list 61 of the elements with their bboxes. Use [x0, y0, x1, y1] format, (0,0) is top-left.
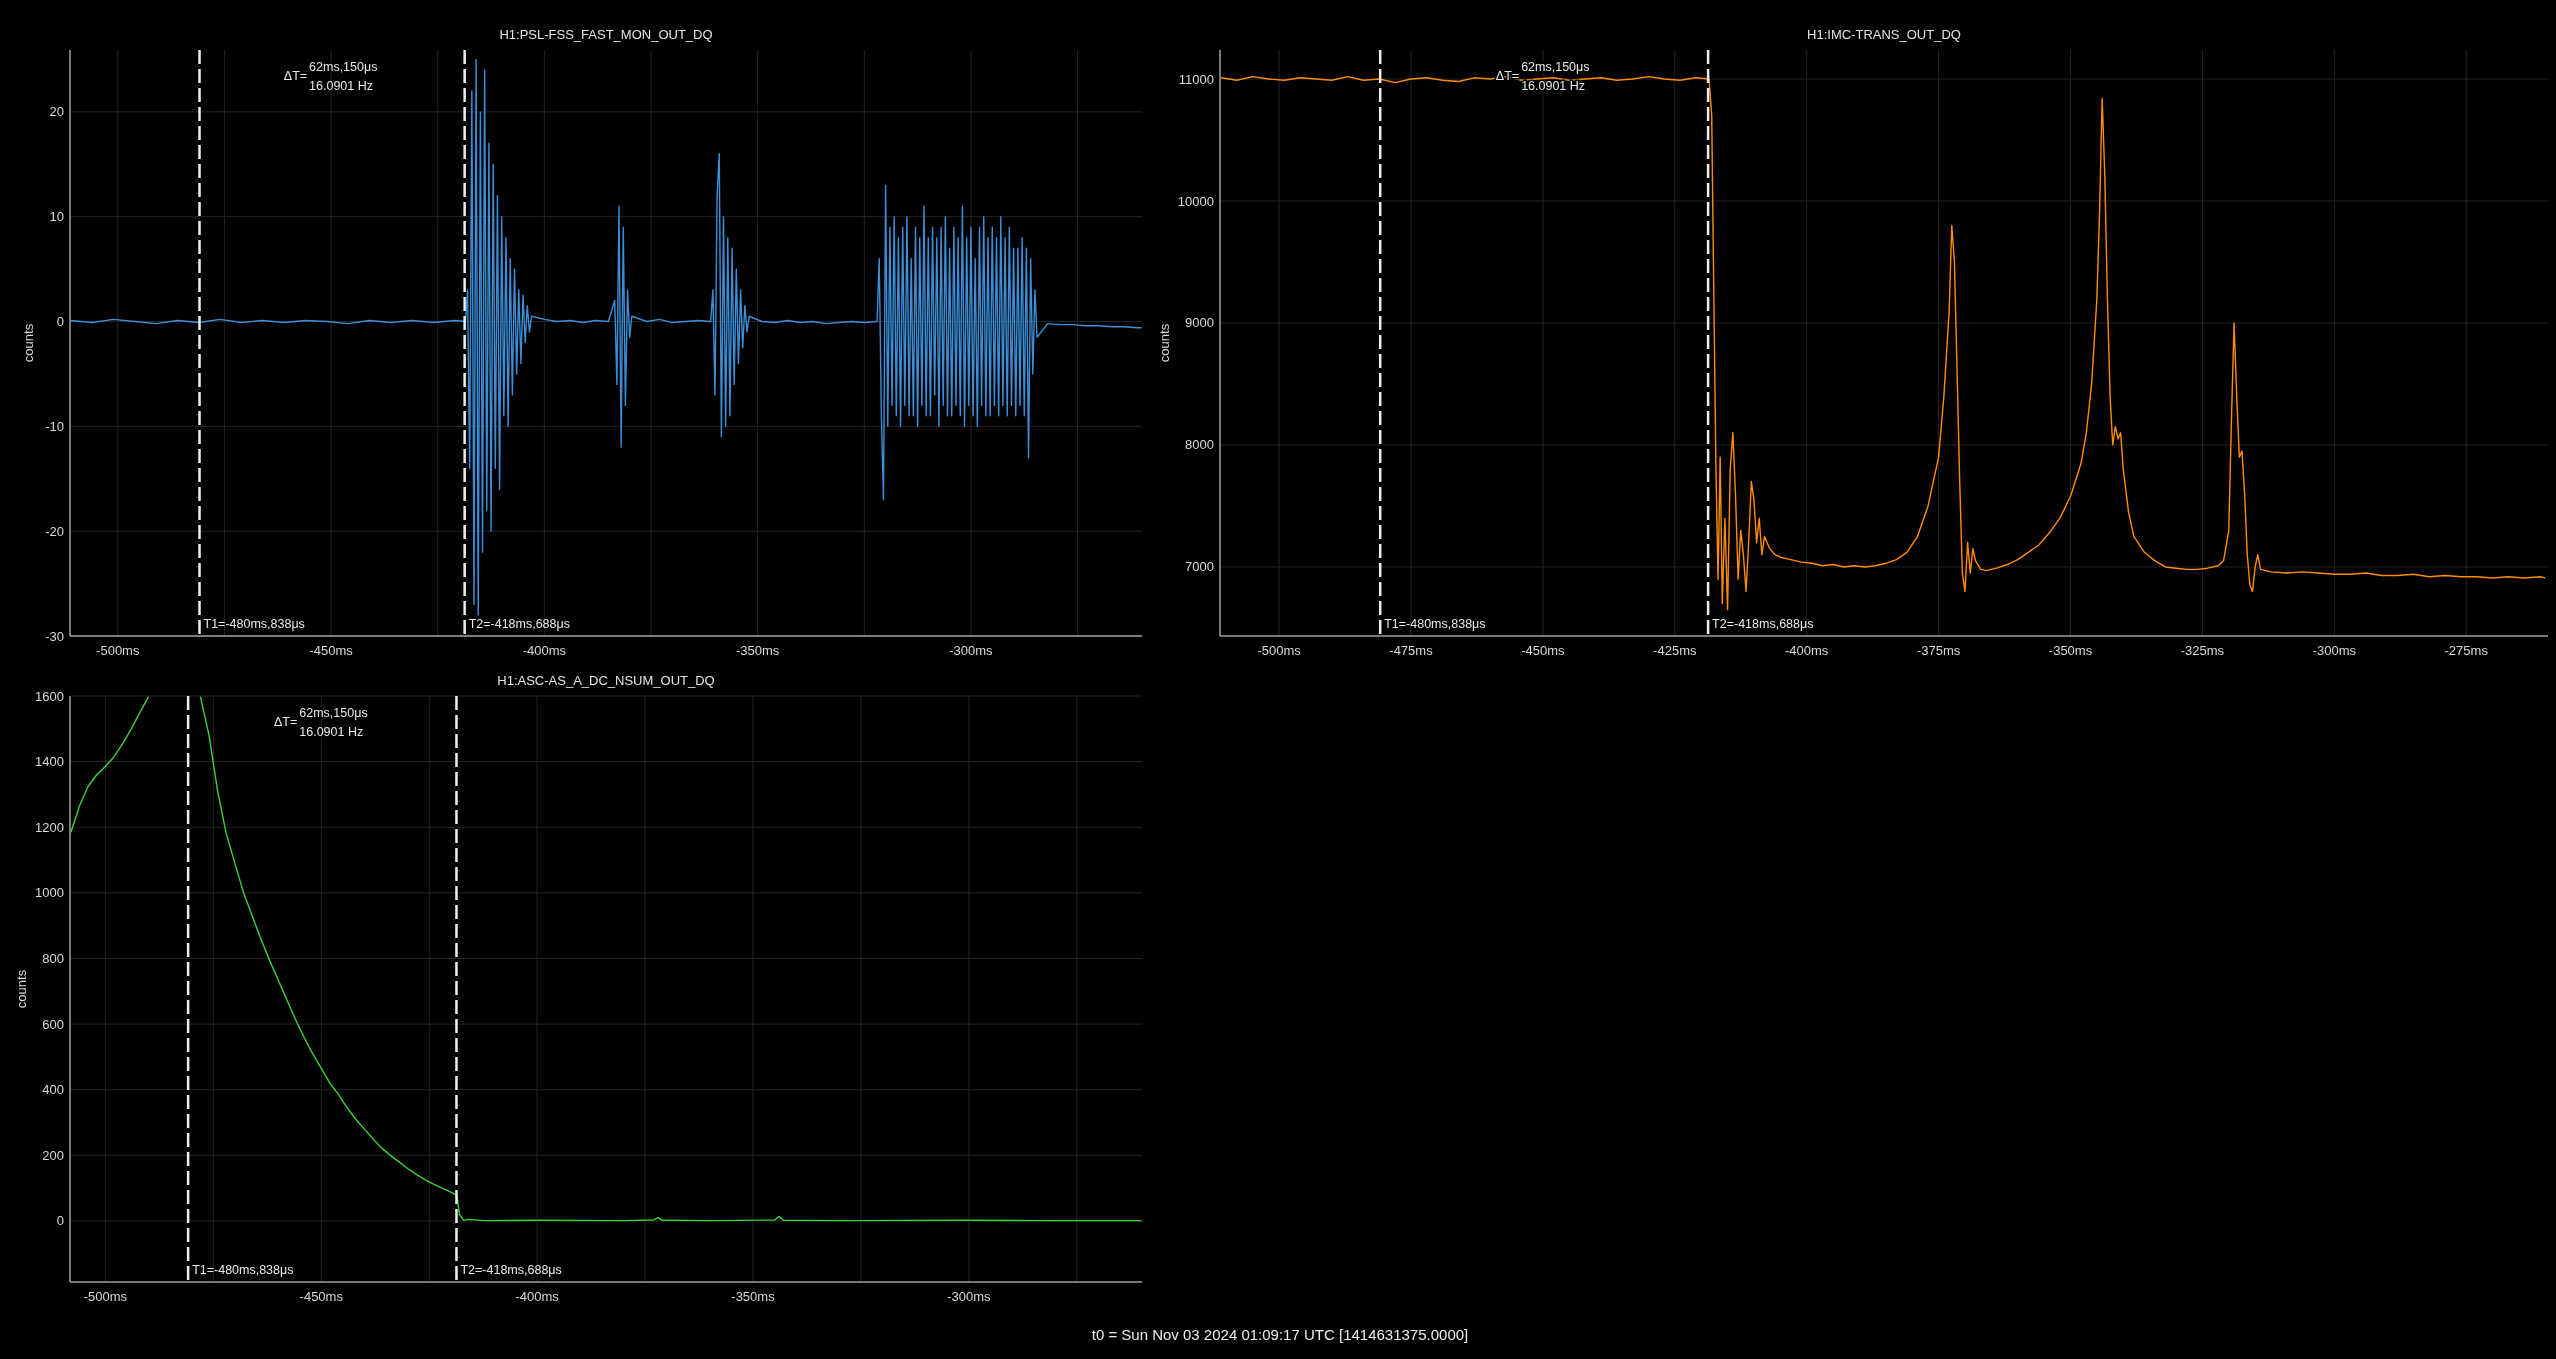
y-tick-label: 200 — [42, 1147, 64, 1163]
y-tick-label: 800 — [42, 951, 64, 966]
x-tick-label: -350ms — [731, 1288, 775, 1304]
x-tick-label: -300ms — [949, 642, 993, 658]
y-tick-label: 600 — [42, 1016, 64, 1032]
y-tick-label: 1400 — [35, 754, 64, 770]
x-tick-label: -500ms — [96, 642, 140, 658]
y-tick-label: 9000 — [1185, 315, 1214, 331]
y-tick-label: 0 — [56, 314, 64, 329]
cursor-label: T2=-418ms,688μs — [468, 617, 570, 631]
y-tick-label: 8000 — [1185, 437, 1214, 453]
delta-time-readout: 62ms,150μs — [1521, 60, 1590, 74]
y-tick-label: -30 — [45, 628, 64, 644]
x-tick-label: -300ms — [947, 1288, 991, 1304]
x-tick-label: -350ms — [735, 642, 780, 658]
x-tick-label: -400ms — [522, 642, 567, 658]
delta-frequency-readout: 16.0901 Hz — [1521, 79, 1586, 93]
x-tick-label: -450ms — [1521, 642, 1565, 658]
y-tick-label: -10 — [45, 418, 64, 434]
x-tick-label: -400ms — [515, 1288, 559, 1304]
y-tick-label: 10000 — [1177, 193, 1214, 209]
cursor-label: T1=-480ms,838μs — [192, 1263, 294, 1277]
y-tick-label: -20 — [45, 523, 64, 539]
y-tick-label: 10 — [49, 209, 64, 225]
y-axis-title: counts — [1156, 323, 1172, 363]
y-axis-title: counts — [20, 323, 36, 363]
delta-t-label: ΔT= — [274, 715, 298, 729]
delta-frequency-readout: 16.0901 Hz — [309, 79, 373, 93]
plot-title: H1:ASC-AS_A_DC_NSUM_OUT_DQ — [497, 672, 715, 688]
y-tick-label: 20 — [49, 104, 64, 120]
plot-title: H1:IMC-TRANS_OUT_DQ — [1807, 26, 1961, 42]
x-tick-label: -350ms — [2048, 642, 2093, 658]
x-tick-label: -275ms — [2444, 642, 2488, 658]
cursor-label: T2=-418ms,688μs — [460, 1263, 562, 1277]
delta-t-label: ΔT= — [283, 69, 308, 83]
plot-title: H1:PSL-FSS_FAST_MON_OUT_DQ — [499, 26, 713, 42]
y-tick-label: 1600 — [35, 688, 64, 704]
delta-time-readout: 62ms,150μs — [299, 706, 368, 720]
y-tick-label: 1200 — [35, 819, 64, 835]
x-tick-label: -425ms — [1653, 642, 1697, 658]
x-tick-label: -400ms — [1785, 642, 1829, 658]
x-tick-label: -450ms — [299, 1288, 343, 1304]
x-tick-label: -500ms — [83, 1288, 128, 1304]
reference-time-label: t0 = Sun Nov 03 2024 01:09:17 UTC [1414631375.0000] — [1091, 1326, 1469, 1343]
y-axis-title: counts — [13, 969, 29, 1009]
y-tick-label: 1000 — [35, 885, 64, 901]
y-tick-label: 0 — [56, 1213, 64, 1229]
y-tick-label: 400 — [42, 1082, 64, 1098]
x-tick-label: -500ms — [1257, 642, 1301, 658]
delta-time-readout: 62ms,150μs — [309, 60, 378, 74]
x-tick-label: -375ms — [1916, 642, 1961, 658]
y-tick-label: 11000 — [1178, 71, 1214, 87]
x-tick-label: -325ms — [2180, 642, 2225, 658]
cursor-label: T1=-480ms,838μs — [1384, 617, 1486, 631]
delta-frequency-readout: 16.0901 Hz — [299, 725, 364, 739]
y-tick-label: 7000 — [1185, 559, 1214, 575]
cursor-label: T1=-480ms,838μs — [203, 617, 305, 631]
x-tick-label: -475ms — [1389, 642, 1433, 658]
x-tick-label: -450ms — [309, 642, 353, 658]
x-tick-label: -300ms — [2312, 642, 2356, 658]
cursor-label: T2=-418ms,688μs — [1712, 617, 1814, 631]
